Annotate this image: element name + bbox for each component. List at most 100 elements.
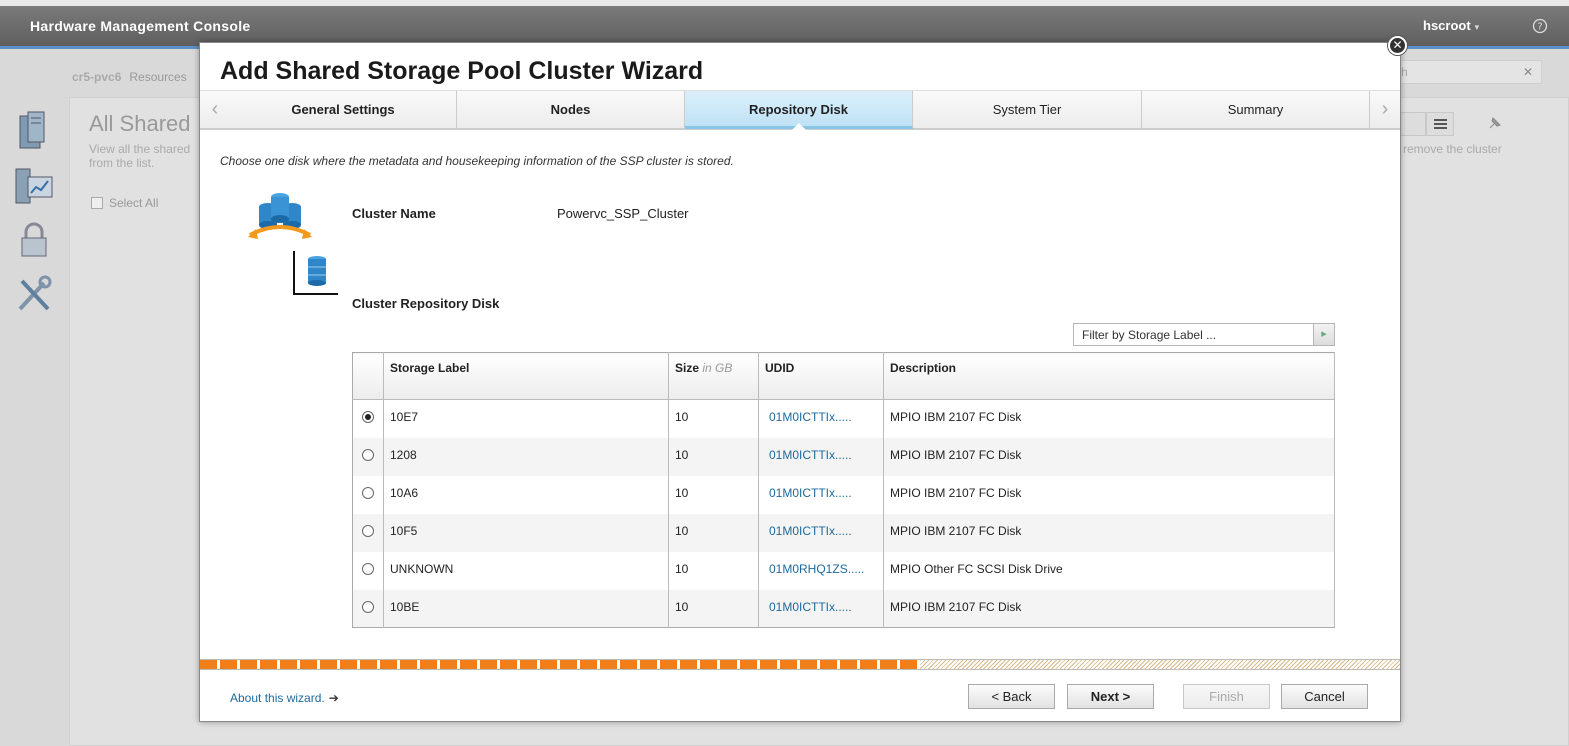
help-icon[interactable]: ?	[1532, 18, 1548, 37]
udid-link[interactable]: 01M0ICTTIx.....	[765, 524, 852, 538]
cluster-name-label: Cluster Name	[352, 206, 436, 221]
filter-input[interactable]	[1073, 323, 1314, 346]
next-button[interactable]: Next >	[1067, 684, 1154, 709]
column-header-storage-label[interactable]: Storage Label	[383, 352, 669, 400]
size-unit: in GB	[702, 361, 733, 375]
pin-icon[interactable]	[1484, 114, 1504, 139]
cell-size: 10	[668, 475, 759, 514]
breadcrumb: cr5-pvc6 Resources	[72, 70, 187, 84]
row-select-radio[interactable]	[352, 475, 384, 514]
about-wizard-link[interactable]: About this wizard. ➔	[230, 691, 339, 705]
filter-go-icon[interactable]: ▸	[1313, 323, 1335, 346]
arrow-right-icon: ➔	[328, 691, 339, 705]
search-value: h	[1401, 65, 1408, 79]
wizard-progress	[200, 659, 1400, 670]
systems-icon[interactable]	[14, 110, 54, 152]
svg-text:?: ?	[1537, 22, 1542, 33]
cell-storage-label: 10BE	[383, 589, 669, 628]
radio-icon	[362, 448, 374, 461]
cell-description: MPIO Other FC SCSI Disk Drive	[883, 551, 1335, 590]
lock-icon[interactable]	[14, 220, 54, 262]
row-select-radio[interactable]	[352, 437, 384, 476]
breadcrumb-system[interactable]: cr5-pvc6	[72, 70, 121, 84]
wizard-footer: About this wizard. ➔ < Back Next > Finish…	[200, 670, 1400, 721]
resources-monitor-icon[interactable]	[14, 165, 54, 207]
cluster-icon	[246, 189, 316, 250]
row-select-radio[interactable]	[352, 589, 384, 628]
tab-system-tier[interactable]: System Tier	[913, 91, 1142, 129]
filter-control: ▸	[1073, 323, 1335, 346]
cell-udid[interactable]: 01M0ICTTIx.....	[758, 399, 884, 438]
cell-storage-label: 1208	[383, 437, 669, 476]
table-row[interactable]: 10F5 10 01M0ICTTIx..... MPIO IBM 2107 FC Di…	[352, 513, 1335, 552]
row-select-radio[interactable]	[352, 551, 384, 590]
breadcrumb-section[interactable]: Resources	[129, 70, 186, 84]
cell-storage-label: 10F5	[383, 513, 669, 552]
cell-size: 10	[668, 437, 759, 476]
tab-repository-disk[interactable]: Repository Disk	[685, 91, 913, 130]
tab-summary[interactable]: Summary	[1142, 91, 1370, 129]
cell-storage-label: UNKNOWN	[383, 551, 669, 590]
cell-description: MPIO IBM 2107 FC Disk	[883, 437, 1335, 476]
repository-disk-label: Cluster Repository Disk	[352, 296, 500, 311]
select-all-label: Select All	[109, 196, 159, 210]
tab-general-settings[interactable]: General Settings	[230, 91, 457, 129]
cell-size: 10	[668, 589, 759, 628]
cell-description: MPIO IBM 2107 FC Disk	[883, 589, 1335, 628]
search-input[interactable]: h ✕	[1390, 60, 1542, 84]
row-select-radio[interactable]	[352, 399, 384, 438]
udid-link[interactable]: 01M0ICTTIx.....	[765, 600, 852, 614]
udid-link[interactable]: 01M0ICTTIx.....	[765, 448, 852, 462]
tools-icon[interactable]	[14, 273, 54, 315]
cell-size: 10	[668, 551, 759, 590]
udid-link[interactable]: 01M0ICTTIx.....	[765, 486, 852, 500]
cell-udid[interactable]: 01M0ICTTIx.....	[758, 589, 884, 628]
cell-description: MPIO IBM 2107 FC Disk	[883, 399, 1335, 438]
table-row[interactable]: 1208 10 01M0ICTTIx..... MPIO IBM 2107 FC Di…	[352, 437, 1335, 476]
cell-udid[interactable]: 01M0ICTTIx.....	[758, 513, 884, 552]
table-row[interactable]: 10BE 10 01M0ICTTIx..... MPIO IBM 2107 FC Di…	[352, 589, 1335, 628]
grid-view-icon[interactable]	[1398, 112, 1426, 136]
checkbox-icon	[91, 197, 103, 209]
finish-button[interactable]: Finish	[1183, 684, 1270, 709]
row-select-radio[interactable]	[352, 513, 384, 552]
radio-icon	[362, 411, 374, 423]
table-header-row: Storage Label Size in GB UDID Descriptio…	[352, 352, 1335, 400]
user-menu[interactable]: hscroot ▾	[1423, 18, 1479, 33]
cancel-button[interactable]: Cancel	[1281, 684, 1368, 709]
radio-icon	[362, 600, 374, 613]
cluster-name-value: Powervc_SSP_Cluster	[557, 206, 689, 221]
udid-link[interactable]: 01M0RHQ1ZS.....	[765, 562, 864, 576]
page-description-right: remove the cluster	[1403, 142, 1502, 156]
column-header-udid[interactable]: UDID	[758, 352, 884, 400]
cell-description: MPIO IBM 2107 FC Disk	[883, 475, 1335, 514]
select-all-checkbox[interactable]: Select All	[91, 196, 158, 210]
wizard-title: Add Shared Storage Pool Cluster Wizard	[220, 57, 704, 85]
udid-link[interactable]: 01M0ICTTIx.....	[765, 410, 852, 424]
cell-udid[interactable]: 01M0ICTTIx.....	[758, 475, 884, 514]
column-header-description[interactable]: Description	[883, 352, 1335, 400]
cell-size: 10	[668, 513, 759, 552]
wizard-progress-fill	[200, 660, 920, 669]
steps-prev-icon[interactable]: ‹	[200, 91, 230, 129]
close-icon[interactable]: ✕	[1388, 36, 1407, 55]
list-view-icon[interactable]	[1426, 112, 1454, 136]
table-row[interactable]: 10E7 10 01M0ICTTIx..... MPIO IBM 2107 FC Di…	[352, 399, 1335, 438]
tab-nodes[interactable]: Nodes	[457, 91, 685, 129]
repository-disk-icon	[292, 249, 340, 296]
instruction-text: Choose one disk where the metadata and h…	[220, 154, 734, 168]
clear-icon[interactable]: ✕	[1523, 65, 1533, 79]
column-header-size[interactable]: Size in GB	[668, 352, 759, 400]
cell-udid[interactable]: 01M0ICTTIx.....	[758, 437, 884, 476]
table-row[interactable]: 10A6 10 01M0ICTTIx..... MPIO IBM 2107 FC Di…	[352, 475, 1335, 514]
cell-udid[interactable]: 01M0RHQ1ZS.....	[758, 551, 884, 590]
steps-next-icon[interactable]: ›	[1370, 91, 1400, 129]
left-nav	[0, 95, 68, 746]
table-row[interactable]: UNKNOWN 10 01M0RHQ1ZS..... MPIO Other FC SC…	[352, 551, 1335, 590]
radio-icon	[362, 524, 374, 537]
back-button[interactable]: < Back	[968, 684, 1055, 709]
page-heading: All Shared	[89, 111, 191, 136]
page-description: View all the shared from the list.	[89, 142, 191, 170]
cell-size: 10	[668, 399, 759, 438]
chevron-down-icon: ▾	[1474, 22, 1480, 32]
